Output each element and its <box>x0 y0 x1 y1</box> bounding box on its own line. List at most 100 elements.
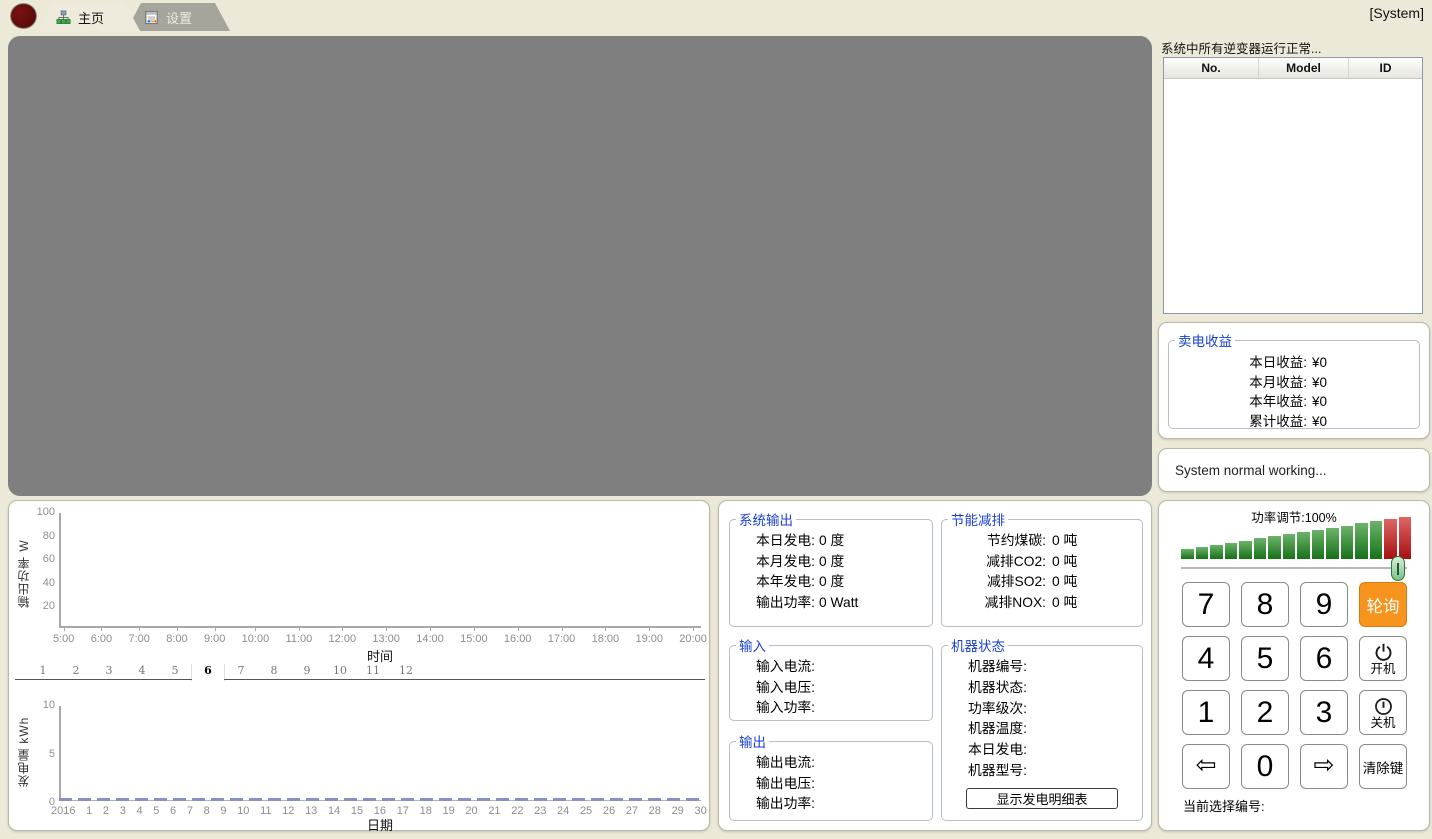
gauge-bar <box>1268 536 1281 559</box>
axis-tick-label: 16:00 <box>504 633 532 645</box>
poll-button[interactable]: 轮询 <box>1359 582 1407 627</box>
input-title: 输入 <box>736 635 769 655</box>
month-tab-11[interactable]: 11 <box>357 663 389 679</box>
month-tab-1[interactable]: 1 <box>27 663 59 679</box>
axis-tick-label: 18:00 <box>592 633 620 645</box>
gauge-bar <box>1196 547 1209 559</box>
energy-chart-plot <box>59 706 701 801</box>
left-arrow-key[interactable]: ⇦ <box>1182 744 1230 789</box>
tab-settings[interactable]: 设置 <box>126 3 230 31</box>
system-output-group: 系统输出 本日发电:0 度 本月发电:0 度 本年发电:0 度 输出功率:0 W… <box>729 509 933 627</box>
tab-home-label: 主页 <box>78 8 104 27</box>
key-2[interactable]: 2 <box>1241 690 1289 735</box>
info-row: 机器型号: <box>968 761 1142 782</box>
power-gauge[interactable] <box>1181 515 1411 559</box>
month-tab-8[interactable]: 8 <box>258 663 290 679</box>
key-0[interactable]: 0 <box>1241 744 1289 789</box>
month-tab-2[interactable]: 2 <box>60 663 92 679</box>
info-panel: 系统输出 本日发电:0 度 本月发电:0 度 本年发电:0 度 输出功率:0 W… <box>718 500 1152 831</box>
energy-saving-title: 节能减排 <box>948 509 1008 529</box>
clear-key-button[interactable]: 清除键 <box>1359 744 1407 789</box>
axis-tick-label: 9:00 <box>204 633 225 645</box>
system-label: [System] <box>1370 5 1424 21</box>
gauge-bar <box>1181 549 1194 559</box>
energy-chart-yticks: 1050 <box>27 699 55 808</box>
axis-tick-label: 10:00 <box>242 633 270 645</box>
inverter-table-header: No. Model ID <box>1164 58 1422 79</box>
month-tab-5[interactable]: 5 <box>159 663 191 679</box>
key-3[interactable]: 3 <box>1300 690 1348 735</box>
revenue-row: 本年收益:¥0 <box>1203 392 1419 412</box>
gauge-bar <box>1283 534 1296 559</box>
month-tab-4[interactable]: 4 <box>126 663 158 679</box>
power-slider-track[interactable] <box>1181 567 1407 569</box>
gauge-bar <box>1399 517 1412 559</box>
charts-panel: 输出功率 W 10080604020 5:006:007:008:009:001… <box>8 500 710 831</box>
info-row: 本月发电:0 度 <box>756 552 932 573</box>
month-tab-9[interactable]: 9 <box>291 663 323 679</box>
power-chart-plot <box>59 513 701 628</box>
column-header-model: Model <box>1259 58 1349 78</box>
right-arrow-key[interactable]: ⇨ <box>1300 744 1348 789</box>
axis-tick-label: 100 <box>37 506 55 518</box>
month-tab-12[interactable]: 12 <box>390 663 422 679</box>
axis-tick-label: 10 <box>43 699 55 711</box>
revenue-panel: 卖电收益 本日收益:¥0本月收益:¥0本年收益:¥0累计收益:¥0 <box>1158 322 1430 439</box>
info-row: 节约煤碳:0 吨 <box>954 531 1142 552</box>
gauge-bar <box>1370 521 1383 559</box>
keypad: 7 8 9 轮询 4 5 6 开机 1 2 3 关机 <box>1182 582 1407 789</box>
month-tab-7[interactable]: 7 <box>225 663 257 679</box>
info-row: 减排SO2:0 吨 <box>954 572 1142 593</box>
axis-tick-label: 5 <box>49 748 55 760</box>
main-display-area <box>8 36 1152 496</box>
key-8[interactable]: 8 <box>1241 582 1289 627</box>
power-off-button[interactable]: 关机 <box>1359 690 1407 735</box>
month-tab-6[interactable]: 6 <box>192 663 224 681</box>
revenue-row: 本日收益:¥0 <box>1203 353 1419 373</box>
column-header-id: ID <box>1349 58 1422 78</box>
axis-tick-label: 12:00 <box>329 633 357 645</box>
key-7[interactable]: 7 <box>1182 582 1230 627</box>
axis-tick-label: 17:00 <box>548 633 576 645</box>
selected-number-label: 当前选择编号: <box>1183 796 1265 815</box>
gauge-bar <box>1355 523 1368 559</box>
key-1[interactable]: 1 <box>1182 690 1230 735</box>
show-generation-detail-button[interactable]: 显示发电明细表 <box>966 788 1118 809</box>
settings-document-icon <box>144 10 159 25</box>
inverter-table-body[interactable] <box>1164 79 1422 313</box>
month-tabs: 1 2 3 4 5 6 7 8 9 10 11 12 <box>15 663 705 680</box>
power-on-button[interactable]: 开机 <box>1359 636 1407 681</box>
info-row: 本日发电: <box>968 740 1142 761</box>
energy-chart-xlabel: 日期 <box>59 815 701 834</box>
gauge-bar <box>1312 530 1325 559</box>
gauge-bar <box>1239 541 1252 560</box>
status-led-icon <box>10 3 37 29</box>
message-panel: System normal working... <box>1158 448 1430 492</box>
gauge-bar <box>1384 519 1397 559</box>
control-panel: 功率调节:100% 7 8 9 轮询 4 5 6 开机 1 2 3 <box>1158 500 1430 831</box>
key-5[interactable]: 5 <box>1241 636 1289 681</box>
info-row: 输出功率: <box>756 794 932 815</box>
month-tab-10[interactable]: 10 <box>324 663 356 679</box>
axis-tick-label: 19:00 <box>635 633 663 645</box>
tab-home[interactable]: 主页 <box>38 3 140 31</box>
info-row: 输入电流: <box>756 657 932 678</box>
axis-tick-label: 6:00 <box>91 633 112 645</box>
power-chart-xticks: 5:006:007:008:009:0010:0011:0012:0013:00… <box>53 633 707 645</box>
key-6[interactable]: 6 <box>1300 636 1348 681</box>
info-row: 输入电压: <box>756 678 932 699</box>
info-row: 输出电压: <box>756 774 932 795</box>
gauge-bar <box>1254 538 1267 559</box>
axis-tick-label: 60 <box>43 553 55 565</box>
gauge-bar <box>1297 532 1310 559</box>
output-group: 输出 输出电流: 输出电压: 输出功率: <box>729 731 933 821</box>
axis-tick-label: 7:00 <box>128 633 149 645</box>
info-row: 机器状态: <box>968 678 1142 699</box>
axis-tick-label: 13:00 <box>372 633 400 645</box>
key-9[interactable]: 9 <box>1300 582 1348 627</box>
power-slider-handle[interactable] <box>1391 556 1405 581</box>
month-tab-3[interactable]: 3 <box>93 663 125 679</box>
energy-saving-group: 节能减排 节约煤碳:0 吨 减排CO2:0 吨 减排SO2:0 吨 减排NOX:… <box>941 509 1143 627</box>
key-4[interactable]: 4 <box>1182 636 1230 681</box>
info-row: 输入功率: <box>756 698 932 719</box>
